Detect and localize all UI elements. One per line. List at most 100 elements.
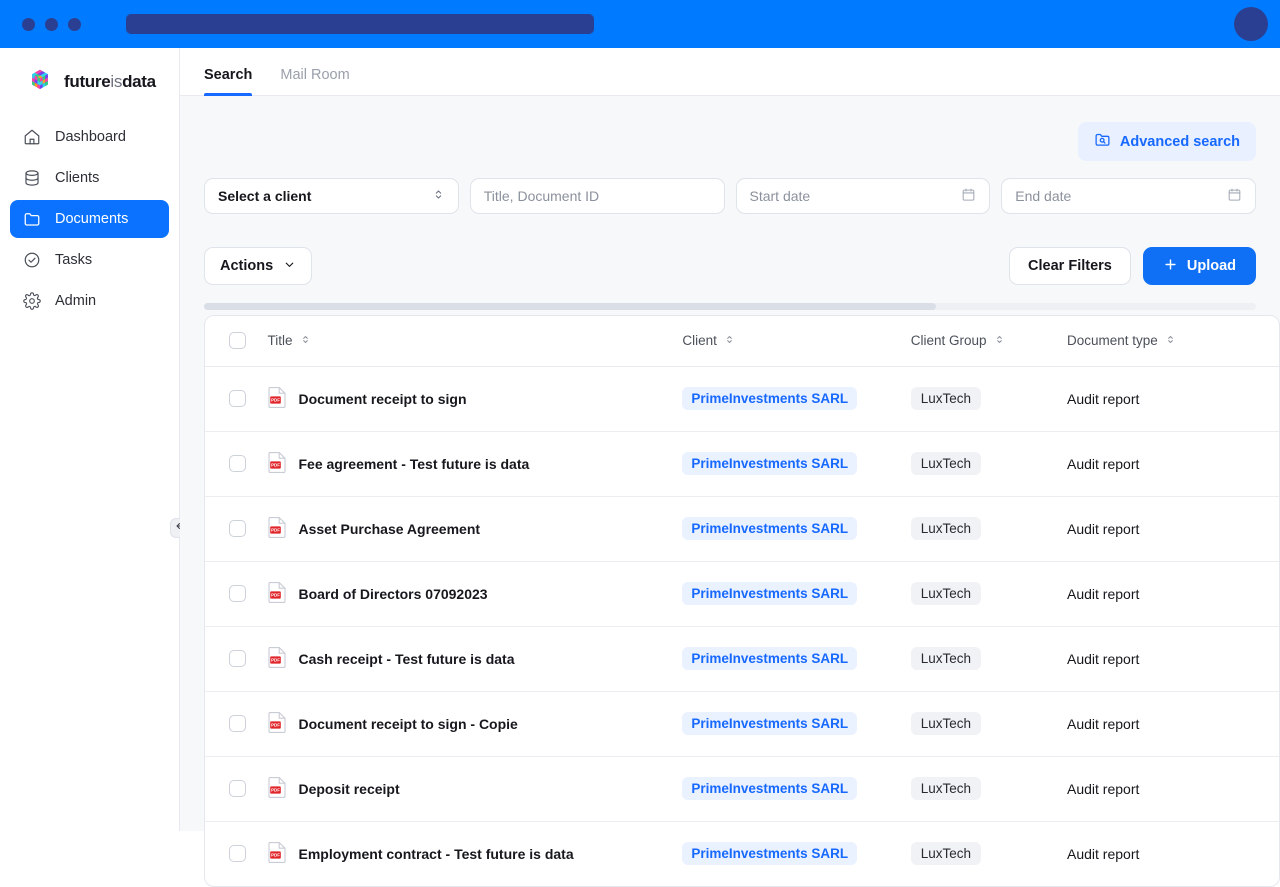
tab-search[interactable]: Search xyxy=(204,67,253,96)
check-circle-icon xyxy=(23,251,41,269)
sidebar-item-documents[interactable]: Documents xyxy=(10,200,169,238)
window-maximize-dot[interactable] xyxy=(68,17,81,31)
sort-icon[interactable] xyxy=(300,333,311,348)
scrollbar-thumb[interactable] xyxy=(204,303,936,310)
row-title-cell: PDF Cash receipt - Test future is data xyxy=(267,626,683,692)
client-badge[interactable]: PrimeInvestments SARL xyxy=(682,517,858,540)
sort-icon[interactable] xyxy=(1165,333,1176,348)
advanced-search-button[interactable]: Advanced search xyxy=(1077,122,1256,161)
row-client-group-cell: LuxTech xyxy=(910,756,1067,822)
user-avatar[interactable] xyxy=(1234,7,1268,41)
table-row[interactable]: PDF Board of Directors 07092023 PrimeInv… xyxy=(205,561,1279,627)
tab-mail-room[interactable]: Mail Room xyxy=(280,67,349,95)
client-badge[interactable]: PrimeInvestments SARL xyxy=(682,387,858,410)
actions-dropdown-button[interactable]: Actions xyxy=(204,247,313,285)
client-badge[interactable]: PrimeInvestments SARL xyxy=(682,842,858,866)
sidebar-item-clients[interactable]: Clients xyxy=(10,159,169,197)
upload-button[interactable]: Upload xyxy=(1142,247,1256,285)
end-date-input[interactable]: End date xyxy=(1001,178,1256,214)
window-traffic-lights xyxy=(22,17,81,31)
header-select-all xyxy=(205,316,268,367)
home-icon xyxy=(23,128,41,146)
pdf-file-icon: PDF xyxy=(267,516,287,541)
row-client-cell: PrimeInvestments SARL xyxy=(682,561,911,627)
window-minimize-dot[interactable] xyxy=(45,17,58,31)
client-group-badge: LuxTech xyxy=(910,517,982,540)
client-badge[interactable]: PrimeInvestments SARL xyxy=(682,582,858,605)
row-title: Board of Directors 07092023 xyxy=(298,585,488,602)
client-badge[interactable]: PrimeInvestments SARL xyxy=(682,452,858,475)
row-client-cell: PrimeInvestments SARL xyxy=(682,756,911,822)
row-checkbox[interactable] xyxy=(229,845,246,863)
horizontal-scrollbar[interactable] xyxy=(204,303,1256,310)
sort-icon[interactable] xyxy=(994,333,1005,348)
row-checkbox[interactable] xyxy=(229,520,246,537)
client-group-badge: LuxTech xyxy=(910,452,982,475)
header-document-type[interactable]: Document type xyxy=(1067,316,1279,367)
clear-filters-button[interactable]: Clear Filters xyxy=(1009,247,1131,285)
gear-icon xyxy=(23,292,41,310)
table-body: PDF Document receipt to sign PrimeInvest… xyxy=(205,366,1279,886)
svg-text:PDF: PDF xyxy=(272,462,281,467)
table-head: Title Client Client Group Document type xyxy=(205,316,1279,367)
upload-label: Upload xyxy=(1186,258,1236,274)
row-title: Cash receipt - Test future is data xyxy=(298,650,515,667)
start-date-placeholder: Start date xyxy=(749,188,811,204)
table-row[interactable]: PDF Document receipt to sign - Copie Pri… xyxy=(205,691,1279,757)
row-checkbox[interactable] xyxy=(229,780,246,797)
title-document-id-input[interactable]: Title, Document ID xyxy=(469,178,725,214)
row-title-cell: PDF Fee agreement - Test future is data xyxy=(267,431,683,497)
client-badge[interactable]: PrimeInvestments SARL xyxy=(682,777,858,800)
table-row[interactable]: PDF Cash receipt - Test future is data P… xyxy=(205,626,1279,692)
row-document-type-cell: Audit report xyxy=(1067,691,1279,757)
sidebar-item-admin[interactable]: Admin xyxy=(10,282,169,320)
header-client-group-label: Client Group xyxy=(910,333,987,349)
header-title-label: Title xyxy=(267,333,293,349)
table-row[interactable]: PDF Fee agreement - Test future is data … xyxy=(205,431,1279,497)
client-badge[interactable]: PrimeInvestments SARL xyxy=(682,712,858,735)
browser-url-bar[interactable] xyxy=(126,14,594,34)
row-checkbox[interactable] xyxy=(229,390,246,407)
sidebar-item-dashboard[interactable]: Dashboard xyxy=(10,118,169,156)
sidebar-item-tasks[interactable]: Tasks xyxy=(10,241,169,279)
end-date-placeholder: End date xyxy=(1015,188,1072,204)
window-close-dot[interactable] xyxy=(22,17,35,31)
calendar-icon[interactable] xyxy=(1227,187,1242,205)
chevron-down-icon xyxy=(283,258,296,275)
header-document-type-label: Document type xyxy=(1067,333,1158,349)
row-title: Document receipt to sign xyxy=(298,390,467,407)
table-row[interactable]: PDF Asset Purchase Agreement PrimeInvest… xyxy=(205,496,1279,562)
header-title[interactable]: Title xyxy=(267,316,683,367)
row-title-cell: PDF Board of Directors 07092023 xyxy=(267,561,683,627)
advanced-search-row: Advanced search xyxy=(204,96,1256,161)
row-document-type-cell: Audit report xyxy=(1067,431,1279,497)
row-checkbox-cell xyxy=(205,691,268,757)
select-all-checkbox[interactable] xyxy=(229,332,246,350)
row-checkbox[interactable] xyxy=(229,715,246,732)
svg-text:PDF: PDF xyxy=(272,527,281,532)
documents-table: Title Client Client Group Document type … xyxy=(205,316,1279,886)
header-client-group[interactable]: Client Group xyxy=(910,316,1067,367)
client-badge[interactable]: PrimeInvestments SARL xyxy=(682,647,858,670)
table-actions-row: Actions Clear Filters Upload xyxy=(204,247,1256,285)
brand-logo[interactable]: futureisdata xyxy=(0,48,179,96)
row-title: Deposit receipt xyxy=(298,780,400,797)
start-date-input[interactable]: Start date xyxy=(735,178,991,214)
table-row[interactable]: PDF Deposit receipt PrimeInvestments SAR… xyxy=(205,756,1279,822)
sidebar-item-label: Clients xyxy=(55,170,100,186)
chevron-updown-icon xyxy=(432,188,445,204)
client-select[interactable]: Select a client xyxy=(204,178,459,214)
header-client[interactable]: Client xyxy=(682,316,911,367)
row-checkbox[interactable] xyxy=(229,650,246,667)
table-row[interactable]: PDF Document receipt to sign PrimeInvest… xyxy=(205,366,1279,432)
row-checkbox[interactable] xyxy=(229,585,246,602)
row-client-group-cell: LuxTech xyxy=(910,691,1067,757)
calendar-icon[interactable] xyxy=(961,187,976,205)
client-group-badge: LuxTech xyxy=(910,582,982,605)
title-document-id-placeholder: Title, Document ID xyxy=(483,188,600,204)
sort-icon[interactable] xyxy=(724,333,735,348)
sidebar-nav: Dashboard Clients Documents Tasks Admin xyxy=(0,118,179,320)
row-checkbox[interactable] xyxy=(229,455,246,472)
row-client-group-cell: LuxTech xyxy=(910,626,1067,692)
sidebar: futureisdata Dashboard Clients Documents… xyxy=(0,48,190,831)
